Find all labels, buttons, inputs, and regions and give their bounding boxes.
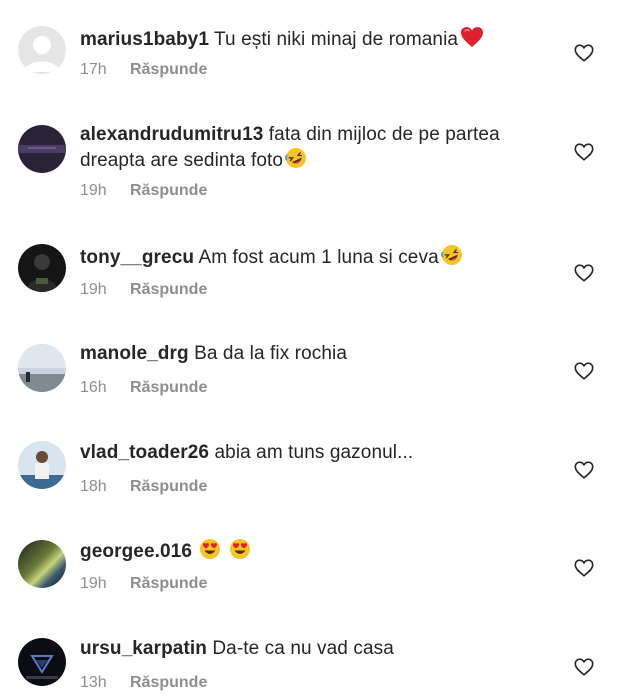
comment-meta: 17h Răspunde (80, 60, 207, 80)
comment-meta: 16h Răspunde (80, 378, 207, 398)
comment-username[interactable]: ursu_karpatin (80, 638, 207, 659)
comment-body: Am fost acum 1 luna si ceva (198, 247, 439, 268)
comment-time: 18h (80, 478, 107, 495)
avatar[interactable] (18, 540, 66, 588)
comment-body: fata din mijloc de pe partea (268, 124, 500, 145)
comment-time: 17h (80, 61, 107, 78)
comment-username[interactable]: marius1baby1 (80, 29, 209, 50)
comment-text: ursu_karpatin Da-te ca nu vad casa (80, 637, 550, 661)
rolling-laughing-emoji-icon (285, 147, 307, 169)
comment-meta: 19h Răspunde (80, 280, 207, 300)
comment-body-line2: dreapta are sedinta foto (80, 150, 284, 171)
comment-meta: 19h Răspunde (80, 181, 207, 201)
comment-meta: 19h Răspunde (80, 574, 207, 594)
heart-outline-icon[interactable] (573, 656, 595, 678)
heart-outline-icon[interactable] (573, 262, 595, 284)
comment-text: alexandrudumitru13 fata din mijloc de pe… (80, 123, 550, 147)
comment-body: Ba da la fix rochia (194, 343, 348, 364)
heart-eyes-emoji-icon (229, 538, 251, 560)
comment-username[interactable]: alexandrudumitru13 (80, 124, 263, 145)
comment-time: 13h (80, 674, 107, 691)
rolling-laughing-emoji-icon (440, 244, 463, 266)
reply-button[interactable]: Răspunde (130, 478, 207, 495)
red-heart-emoji-icon (460, 26, 484, 48)
comment-text: marius1baby1 Tu ești niki minaj de roman… (80, 26, 550, 52)
comment-time: 19h (80, 575, 107, 592)
comment-username[interactable]: manole_drg (80, 343, 189, 364)
comment-username[interactable]: tony__grecu (80, 247, 194, 268)
comment-body: Da-te ca nu vad casa (212, 638, 394, 659)
comment-text: manole_drg Ba da la fix rochia (80, 342, 550, 366)
comment-body: abia am tuns gazonul... (214, 442, 414, 463)
comment-username[interactable]: georgee.016 (80, 541, 192, 562)
heart-outline-icon[interactable] (573, 141, 595, 163)
avatar[interactable] (18, 26, 66, 74)
heart-outline-icon[interactable] (573, 459, 595, 481)
comment-time: 19h (80, 281, 107, 298)
reply-button[interactable]: Răspunde (130, 61, 207, 78)
reply-button[interactable]: Răspunde (130, 182, 207, 199)
comment-text: tony__grecu Am fost acum 1 luna si ceva (80, 244, 550, 270)
reply-button[interactable]: Răspunde (130, 575, 207, 592)
avatar[interactable] (18, 638, 66, 686)
comment-body: Tu ești niki minaj de romania (214, 29, 459, 50)
avatar[interactable] (18, 244, 66, 292)
comment-text: georgee.016 (80, 538, 550, 564)
default-avatar-icon (18, 26, 66, 74)
reply-button[interactable]: Răspunde (130, 281, 207, 298)
comment-text: vlad_toader26 abia am tuns gazonul... (80, 441, 550, 465)
comment-username[interactable]: vlad_toader26 (80, 442, 209, 463)
comment-time: 16h (80, 379, 107, 396)
heart-outline-icon[interactable] (573, 42, 595, 64)
avatar[interactable] (18, 125, 66, 173)
avatar[interactable] (18, 344, 66, 392)
comment-text-continued: dreapta are sedinta foto (80, 147, 550, 173)
comment-time: 19h (80, 182, 107, 199)
heart-outline-icon[interactable] (573, 360, 595, 382)
heart-outline-icon[interactable] (573, 557, 595, 579)
reply-button[interactable]: Răspunde (130, 674, 207, 691)
avatar[interactable] (18, 441, 66, 489)
comment-meta: 13h Răspunde (80, 673, 207, 693)
reply-button[interactable]: Răspunde (130, 379, 207, 396)
comment-meta: 18h Răspunde (80, 477, 207, 497)
heart-eyes-emoji-icon (199, 538, 221, 560)
